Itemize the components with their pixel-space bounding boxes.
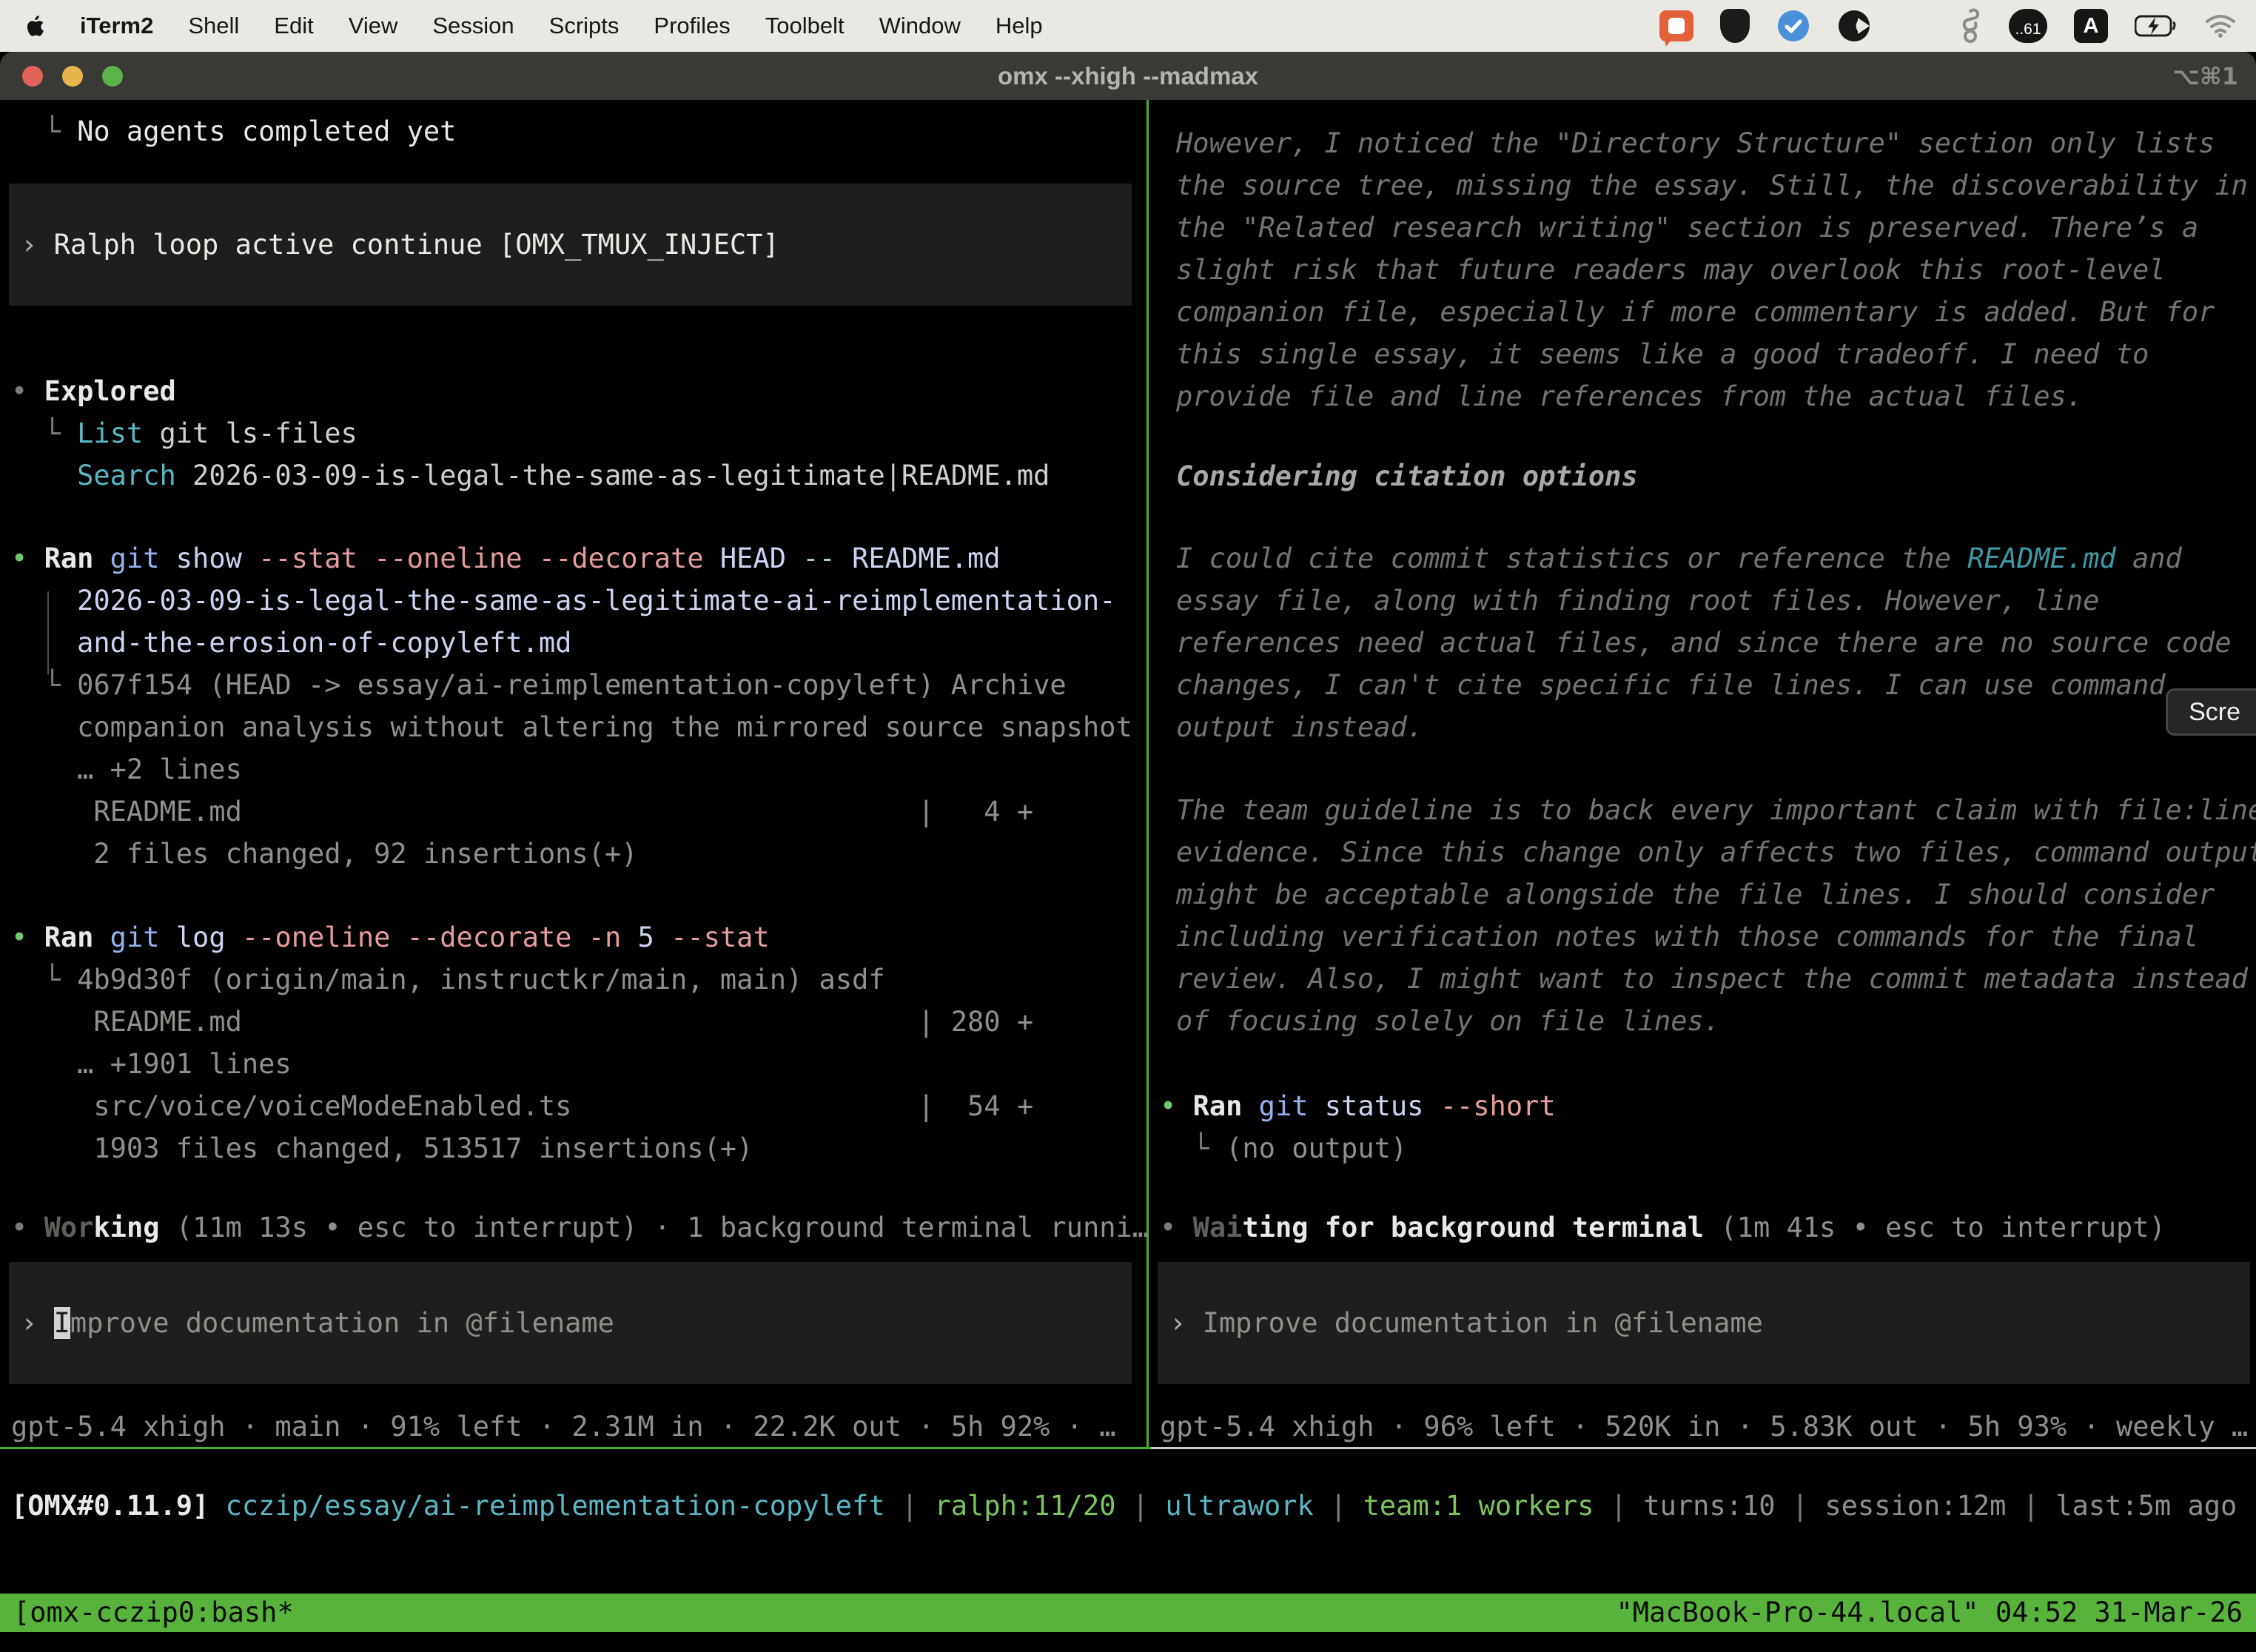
battery-icon[interactable] [2135, 15, 2178, 37]
hook-icon[interactable] [1955, 8, 1982, 44]
working-status: • Working (11m 13s • esc to interrupt) ·… [11, 1206, 1147, 1249]
omx-status-line: [OMX#0.11.9] cczip/essay/ai-reimplementa… [0, 1449, 2256, 1594]
menu-bar: iTerm2 Shell Edit View Session Scripts P… [0, 0, 2256, 52]
title-bar[interactable]: omx --xhigh --madmax ⌥⌘1 [0, 52, 2256, 100]
input-source-icon[interactable]: A [2074, 9, 2108, 43]
waiting-status: • Waiting for background terminal (1m 41… [1160, 1206, 2256, 1249]
menu-item-scripts[interactable]: Scripts [549, 13, 620, 39]
menu-item-edit[interactable]: Edit [274, 13, 313, 39]
inject-banner: › Ralph loop active continue [OMX_TMUX_I… [9, 184, 1132, 306]
menu-item-toolbelt[interactable]: Toolbelt [765, 13, 845, 39]
dots-grid-icon[interactable] [1898, 10, 1929, 41]
git-status-command: • Ran git status --short └ (no output) [1160, 1085, 2256, 1169]
git-show-command: • Ran git show --stat --oneline --decora… [11, 537, 1147, 875]
verified-badge-icon[interactable] [1776, 9, 1810, 43]
right-pane-border [1151, 1447, 2256, 1449]
reasoning-paragraph-3: The team guideline is to back every impo… [1160, 789, 2256, 1042]
prompt-placeholder: Improve documentation in @filename [1203, 1307, 1763, 1339]
tree-connector-line [47, 591, 49, 674]
text-cursor: I [54, 1307, 70, 1339]
pane-bottom-borders [0, 1447, 2256, 1449]
git-log-command: • Ran git log --oneline --decorate -n 5 … [11, 916, 1147, 1169]
model-status-right: gpt-5.4 xhigh · 96% left · 520K in · 5.8… [1160, 1406, 2256, 1447]
tmux-host-label: "MacBook-Pro-44.local" 04:52 31-Mar-26 [1617, 1594, 2243, 1632]
left-pane-border [0, 1447, 1151, 1449]
prompt-input-left[interactable]: › Improve documentation in @filename [9, 1262, 1132, 1384]
password-manager-icon[interactable] [1720, 9, 1750, 43]
terminal-content: └ No agents completed yet › Ralph loop a… [0, 100, 2256, 1447]
explored-section: • Explored └ List git ls-files Search 20… [11, 370, 1147, 497]
wifi-icon[interactable] [2204, 14, 2237, 38]
agents-note: └ No agents completed yet [11, 110, 1147, 152]
usage-badge[interactable]: ..61 [2009, 9, 2047, 43]
tmux-window-label[interactable]: [omx-cczip0:bash* [13, 1594, 294, 1632]
model-status-left: gpt-5.4 xhigh · main · 91% left · 2.31M … [11, 1406, 1147, 1447]
reasoning-heading: Considering citation options [1160, 455, 2256, 497]
reasoning-paragraph-2: I could cite commit statistics or refere… [1160, 537, 2256, 748]
menu-item-iterm2[interactable]: iTerm2 [80, 13, 153, 39]
right-pane[interactable]: However, I noticed the "Directory Struct… [1149, 100, 2256, 1447]
prompt-chevron-icon: › [1169, 1307, 1203, 1339]
left-pane[interactable]: └ No agents completed yet › Ralph loop a… [0, 100, 1149, 1447]
screen-share-button[interactable]: Scre [2166, 688, 2256, 736]
reasoning-paragraph-1: However, I noticed the "Directory Struct… [1160, 122, 2256, 417]
window-shortcut-badge: ⌥⌘1 [2172, 62, 2238, 90]
recorder-icon[interactable] [1837, 9, 1871, 43]
menu-item-window[interactable]: Window [879, 13, 961, 39]
apple-menu-icon[interactable] [25, 14, 45, 38]
menu-item-profiles[interactable]: Profiles [654, 13, 730, 39]
menu-item-session[interactable]: Session [432, 13, 514, 39]
tmux-status-bar: [omx-cczip0:bash* "MacBook-Pro-44.local"… [0, 1594, 2256, 1632]
menu-item-view[interactable]: View [349, 13, 398, 39]
window-bottom-edge [0, 1632, 2256, 1652]
prompt-input-right[interactable]: › Improve documentation in @filename [1158, 1262, 2250, 1384]
chat-app-icon[interactable] [1659, 10, 1693, 41]
menu-item-help[interactable]: Help [996, 13, 1043, 39]
prompt-placeholder: mprove documentation in @filename [70, 1307, 614, 1339]
window-title: omx --xhigh --madmax [0, 62, 2256, 90]
menu-item-shell[interactable]: Shell [188, 13, 239, 39]
iterm-window: omx --xhigh --madmax ⌥⌘1 └ No agents com… [0, 52, 2256, 1652]
prompt-chevron-icon: › [21, 1307, 54, 1339]
